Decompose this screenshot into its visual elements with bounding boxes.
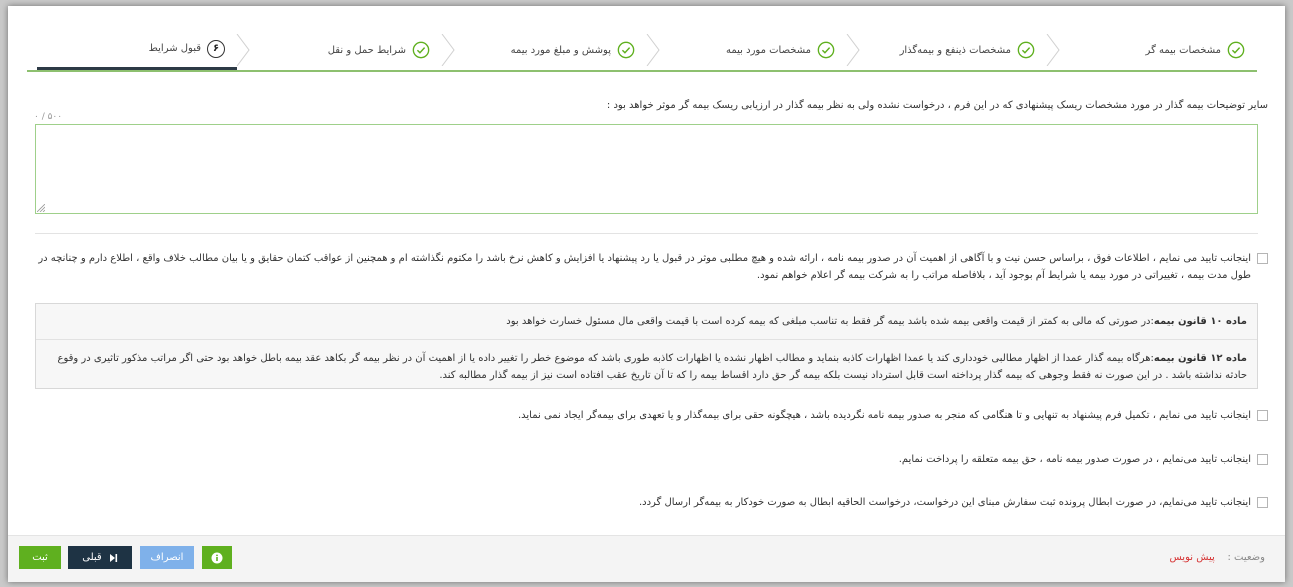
- check-circle-icon: [817, 41, 835, 59]
- description-textarea[interactable]: [35, 124, 1258, 214]
- previous-button[interactable]: قبلی: [68, 546, 132, 569]
- declaration-3: اینجانب تایید می‌نمایم ، در صورت صدور بی…: [899, 451, 1268, 468]
- step-label: پوشش و مبلغ مورد بیمه: [510, 44, 611, 56]
- declaration-1: اینجانب تایید می نمایم ، اطلاعات فوق ، ب…: [35, 250, 1268, 284]
- law-10-title: ماده ۱۰ قانون بیمه: [1153, 316, 1247, 327]
- step-number: ۶: [207, 39, 225, 58]
- step-label: مشخصات ذینفع و بیمه‌گذار: [899, 44, 1011, 56]
- footer-bar: [8, 535, 1285, 582]
- check-circle-icon: [617, 41, 635, 59]
- status: وضعیت : پیش نویس: [1170, 552, 1265, 563]
- declaration-3-checkbox[interactable]: [1257, 454, 1268, 465]
- step-label: شرایط حمل و نقل: [327, 44, 406, 56]
- step-insurer[interactable]: مشخصات بیمه گر: [1046, 30, 1257, 70]
- skip-previous-icon: [109, 553, 117, 562]
- declaration-2: اینجانب تایید می نمایم ، تکمیل فرم پیشنه…: [518, 407, 1268, 424]
- step-accept-terms[interactable]: ۶ قبول شرایط: [37, 30, 237, 70]
- law-12-text: :هرگاه بیمه گذار عمدا از اظهار مطالبی خو…: [57, 353, 1247, 381]
- step-label: مشخصات بیمه گر: [1145, 44, 1221, 56]
- declaration-3-text: اینجانب تایید می‌نمایم ، در صورت صدور بی…: [898, 454, 1251, 465]
- law-10-text: :در صورتی که مالی به کمتر از قیمت واقعی …: [506, 316, 1154, 327]
- divider: [35, 233, 1258, 234]
- previous-label: قبلی: [82, 552, 102, 563]
- declaration-1-text: اینجانب تایید می نمایم ، اطلاعات فوق ، ب…: [38, 253, 1251, 281]
- step-insured-item[interactable]: مشخصات مورد بیمه: [646, 30, 847, 70]
- step-label: قبول شرایط: [148, 43, 201, 54]
- declaration-2-text: اینجانب تایید می نمایم ، تکمیل فرم پیشنه…: [517, 410, 1251, 421]
- submit-button[interactable]: ثبت: [19, 546, 61, 569]
- description-label: سایر توضیحات بیمه گذار در مورد مشخصات ری…: [606, 100, 1268, 111]
- declaration-1-checkbox[interactable]: [1257, 253, 1268, 264]
- check-circle-icon: [1227, 41, 1245, 59]
- step-coverage[interactable]: پوشش و مبلغ مورد بیمه: [441, 30, 647, 70]
- declaration-4-text: اینجانب تایید می‌نمایم، در صورت ابطال پر…: [638, 497, 1251, 508]
- step-transport[interactable]: شرایط حمل و نقل: [236, 30, 442, 70]
- status-label: وضعیت :: [1227, 552, 1265, 563]
- info-icon: [211, 552, 223, 563]
- declaration-2-checkbox[interactable]: [1257, 410, 1268, 421]
- cancel-button[interactable]: انصراف: [140, 546, 194, 569]
- check-circle-icon: [412, 41, 430, 59]
- law-12: ماده ۱۲ قانون بیمه:هرگاه بیمه گذار عمدا …: [36, 340, 1257, 384]
- law-12-title: ماده ۱۲ قانون بیمه: [1153, 353, 1247, 364]
- step-label: مشخصات مورد بیمه: [726, 44, 811, 56]
- declaration-4-checkbox[interactable]: [1257, 497, 1268, 508]
- declaration-4: اینجانب تایید می‌نمایم، در صورت ابطال پر…: [639, 494, 1268, 511]
- wizard-steps: مشخصات بیمه گر مشخصات ذینفع و بیمه‌گذار …: [27, 30, 1257, 72]
- law-10: ماده ۱۰ قانون بیمه:در صورتی که مالی به ک…: [36, 304, 1257, 340]
- insurance-law-box: ماده ۱۰ قانون بیمه:در صورتی که مالی به ک…: [35, 303, 1258, 389]
- step-beneficiary[interactable]: مشخصات ذینفع و بیمه‌گذار: [846, 30, 1047, 70]
- resize-grip-icon[interactable]: [37, 204, 45, 212]
- check-circle-icon: [1017, 41, 1035, 59]
- character-counter: ۰ / ۵۰۰: [34, 112, 63, 122]
- status-value: پیش نویس: [1169, 552, 1215, 563]
- info-button[interactable]: [202, 546, 232, 569]
